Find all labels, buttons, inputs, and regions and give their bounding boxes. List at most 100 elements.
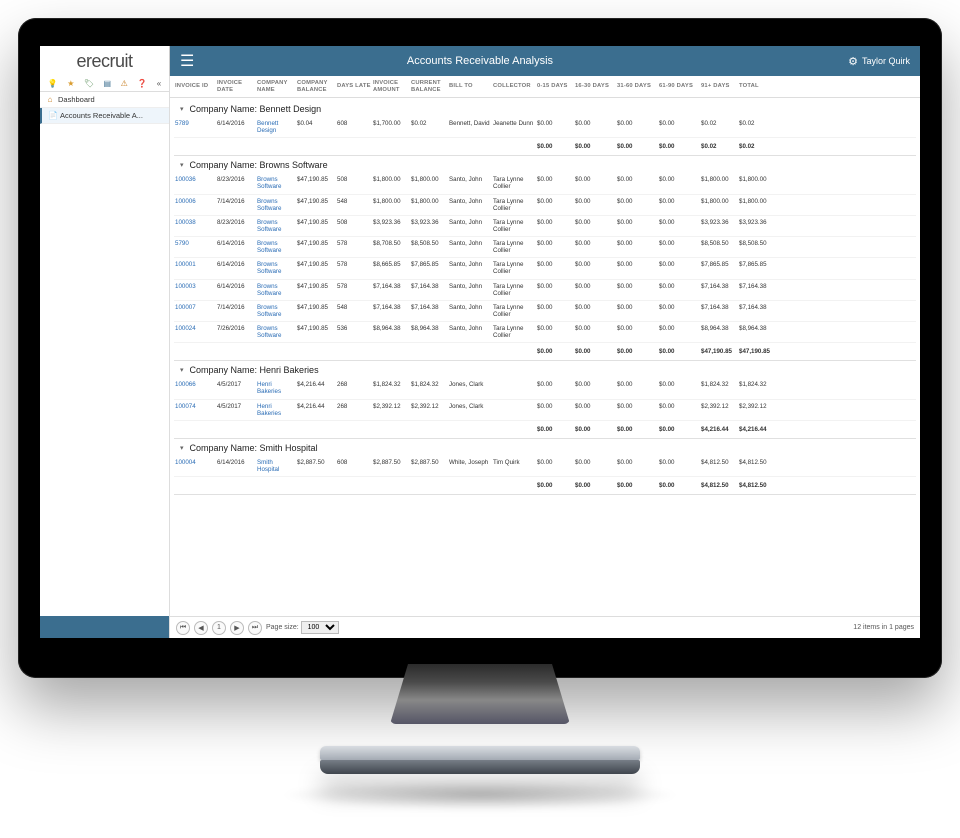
company-link[interactable]: Bennett Design [256, 118, 296, 136]
column-header[interactable]: INVOICE AMOUNT [372, 80, 410, 93]
subtotal-cell [410, 480, 448, 491]
column-header[interactable]: INVOICE DATE [216, 80, 256, 93]
star-icon[interactable]: ★ [67, 79, 74, 88]
invoice-id-link[interactable]: 100007 [174, 302, 216, 320]
subtotal-cell: $0.00 [658, 346, 700, 357]
collapse-icon[interactable]: « [157, 79, 161, 88]
column-header[interactable]: DAYS LATE [336, 83, 372, 89]
d31-60: $0.00 [616, 238, 658, 256]
warning-icon[interactable]: ⚠ [121, 79, 128, 88]
nav-accounts-receivable[interactable]: 📄 Accounts Receivable A... [40, 108, 169, 124]
company-balance: $47,190.85 [296, 323, 336, 341]
column-header[interactable]: CURRENT BALANCE [410, 80, 448, 93]
pager-next-button[interactable]: ▶ [230, 621, 244, 635]
invoice-date: 6/14/2016 [216, 118, 256, 136]
caret-down-icon[interactable]: ▾ [180, 444, 184, 452]
company-link[interactable]: Browns Software [256, 302, 296, 320]
d91-plus: $2,392.12 [700, 401, 738, 419]
caret-down-icon[interactable]: ▾ [180, 366, 184, 374]
company-link[interactable]: Browns Software [256, 281, 296, 299]
pager-last-button[interactable]: ⏭ [248, 621, 262, 635]
column-header[interactable]: 31-60 DAYS [616, 83, 658, 89]
column-header[interactable]: 16-30 DAYS [574, 83, 616, 89]
company-link[interactable]: Browns Software [256, 238, 296, 256]
invoice-id-link[interactable]: 5789 [174, 118, 216, 136]
spacer [778, 323, 818, 341]
d31-60: $0.00 [616, 379, 658, 397]
pager-prev-button[interactable]: ◀ [194, 621, 208, 635]
d16-30: $0.00 [574, 118, 616, 136]
invoice-id-link[interactable]: 100038 [174, 217, 216, 235]
d16-30: $0.00 [574, 323, 616, 341]
subtotal-cell [448, 480, 492, 491]
subtotal-cell [296, 480, 336, 491]
column-header[interactable]: TOTAL [738, 83, 778, 89]
invoice-id-link[interactable]: 100066 [174, 379, 216, 397]
invoice-id-link[interactable]: 100004 [174, 457, 216, 475]
caret-down-icon[interactable]: ▾ [180, 161, 184, 169]
days-late: 268 [336, 379, 372, 397]
subtotal-cell: $0.00 [616, 424, 658, 435]
group-header[interactable]: ▾Company Name: Smith Hospital [174, 439, 916, 456]
list-icon[interactable]: ▤ [104, 79, 112, 88]
column-header[interactable]: INVOICE ID [174, 83, 216, 89]
column-header[interactable]: 91+ DAYS [700, 83, 738, 89]
invoice-id-link[interactable]: 100024 [174, 323, 216, 341]
subtotal-cell: $0.00 [658, 480, 700, 491]
bill-to: Jones, Clark [448, 379, 492, 397]
row-total: $1,800.00 [738, 174, 778, 192]
subtotal-cell: $0.02 [738, 141, 778, 152]
invoice-id-link[interactable]: 100036 [174, 174, 216, 192]
spacer [778, 302, 818, 320]
company-balance: $47,190.85 [296, 281, 336, 299]
invoice-id-link[interactable]: 5790 [174, 238, 216, 256]
d16-30: $0.00 [574, 196, 616, 214]
invoice-id-link[interactable]: 100006 [174, 196, 216, 214]
column-header[interactable]: 61-90 DAYS [658, 83, 700, 89]
tag-icon[interactable]: 🏷 [84, 79, 94, 88]
page-size-select[interactable]: 100 [301, 621, 339, 634]
row-total: $1,800.00 [738, 196, 778, 214]
table-row: 1000016/14/2016Browns Software$47,190.85… [174, 258, 916, 279]
company-link[interactable]: Henri Bakeries [256, 379, 296, 397]
company-link[interactable]: Smith Hospital [256, 457, 296, 475]
d16-30: $0.00 [574, 401, 616, 419]
pager-first-button[interactable]: ⏮ [176, 621, 190, 635]
bulb-icon[interactable]: 💡 [48, 79, 58, 88]
invoice-id-link[interactable]: 100074 [174, 401, 216, 419]
page-size: Page size: 100 [266, 621, 339, 634]
column-header[interactable]: BILL TO [448, 83, 492, 89]
company-link[interactable]: Browns Software [256, 259, 296, 277]
group-header[interactable]: ▾Company Name: Browns Software [174, 156, 916, 173]
invoice-id-link[interactable]: 100001 [174, 259, 216, 277]
column-header[interactable]: 0-15 DAYS [536, 83, 574, 89]
spacer [778, 259, 818, 277]
user-menu[interactable]: ⚙ Taylor Quirk [848, 55, 910, 68]
subtotal-cell [216, 424, 256, 435]
company-link[interactable]: Browns Software [256, 323, 296, 341]
group-title: Company Name: Bennett Design [190, 104, 322, 114]
menu-icon[interactable]: ☰ [180, 51, 194, 71]
column-header[interactable]: COLLECTOR [492, 83, 536, 89]
nav-dashboard[interactable]: ⌂ Dashboard [40, 92, 169, 108]
help-icon[interactable]: ❓ [137, 79, 147, 88]
pager-page-number[interactable]: 1 [212, 621, 226, 635]
caret-down-icon[interactable]: ▾ [180, 105, 184, 113]
d61-90: $0.00 [658, 281, 700, 299]
column-header[interactable]: COMPANY NAME [256, 80, 296, 93]
group-header[interactable]: ▾ Company Name: Bennett Design [174, 100, 916, 117]
d31-60: $0.00 [616, 118, 658, 136]
column-header[interactable]: COMPANY BALANCE [296, 80, 336, 93]
collector [492, 379, 536, 397]
company-link[interactable]: Browns Software [256, 217, 296, 235]
bill-to: Santo, John [448, 259, 492, 277]
current-balance: $1,800.00 [410, 196, 448, 214]
subtotal-cell [778, 346, 818, 357]
company-link[interactable]: Browns Software [256, 196, 296, 214]
invoice-id-link[interactable]: 100003 [174, 281, 216, 299]
company-link[interactable]: Browns Software [256, 174, 296, 192]
group-header[interactable]: ▾Company Name: Henri Bakeries [174, 361, 916, 378]
subtotal-cell [216, 141, 256, 152]
company-link[interactable]: Henri Bakeries [256, 401, 296, 419]
d91-plus: $3,923.36 [700, 217, 738, 235]
